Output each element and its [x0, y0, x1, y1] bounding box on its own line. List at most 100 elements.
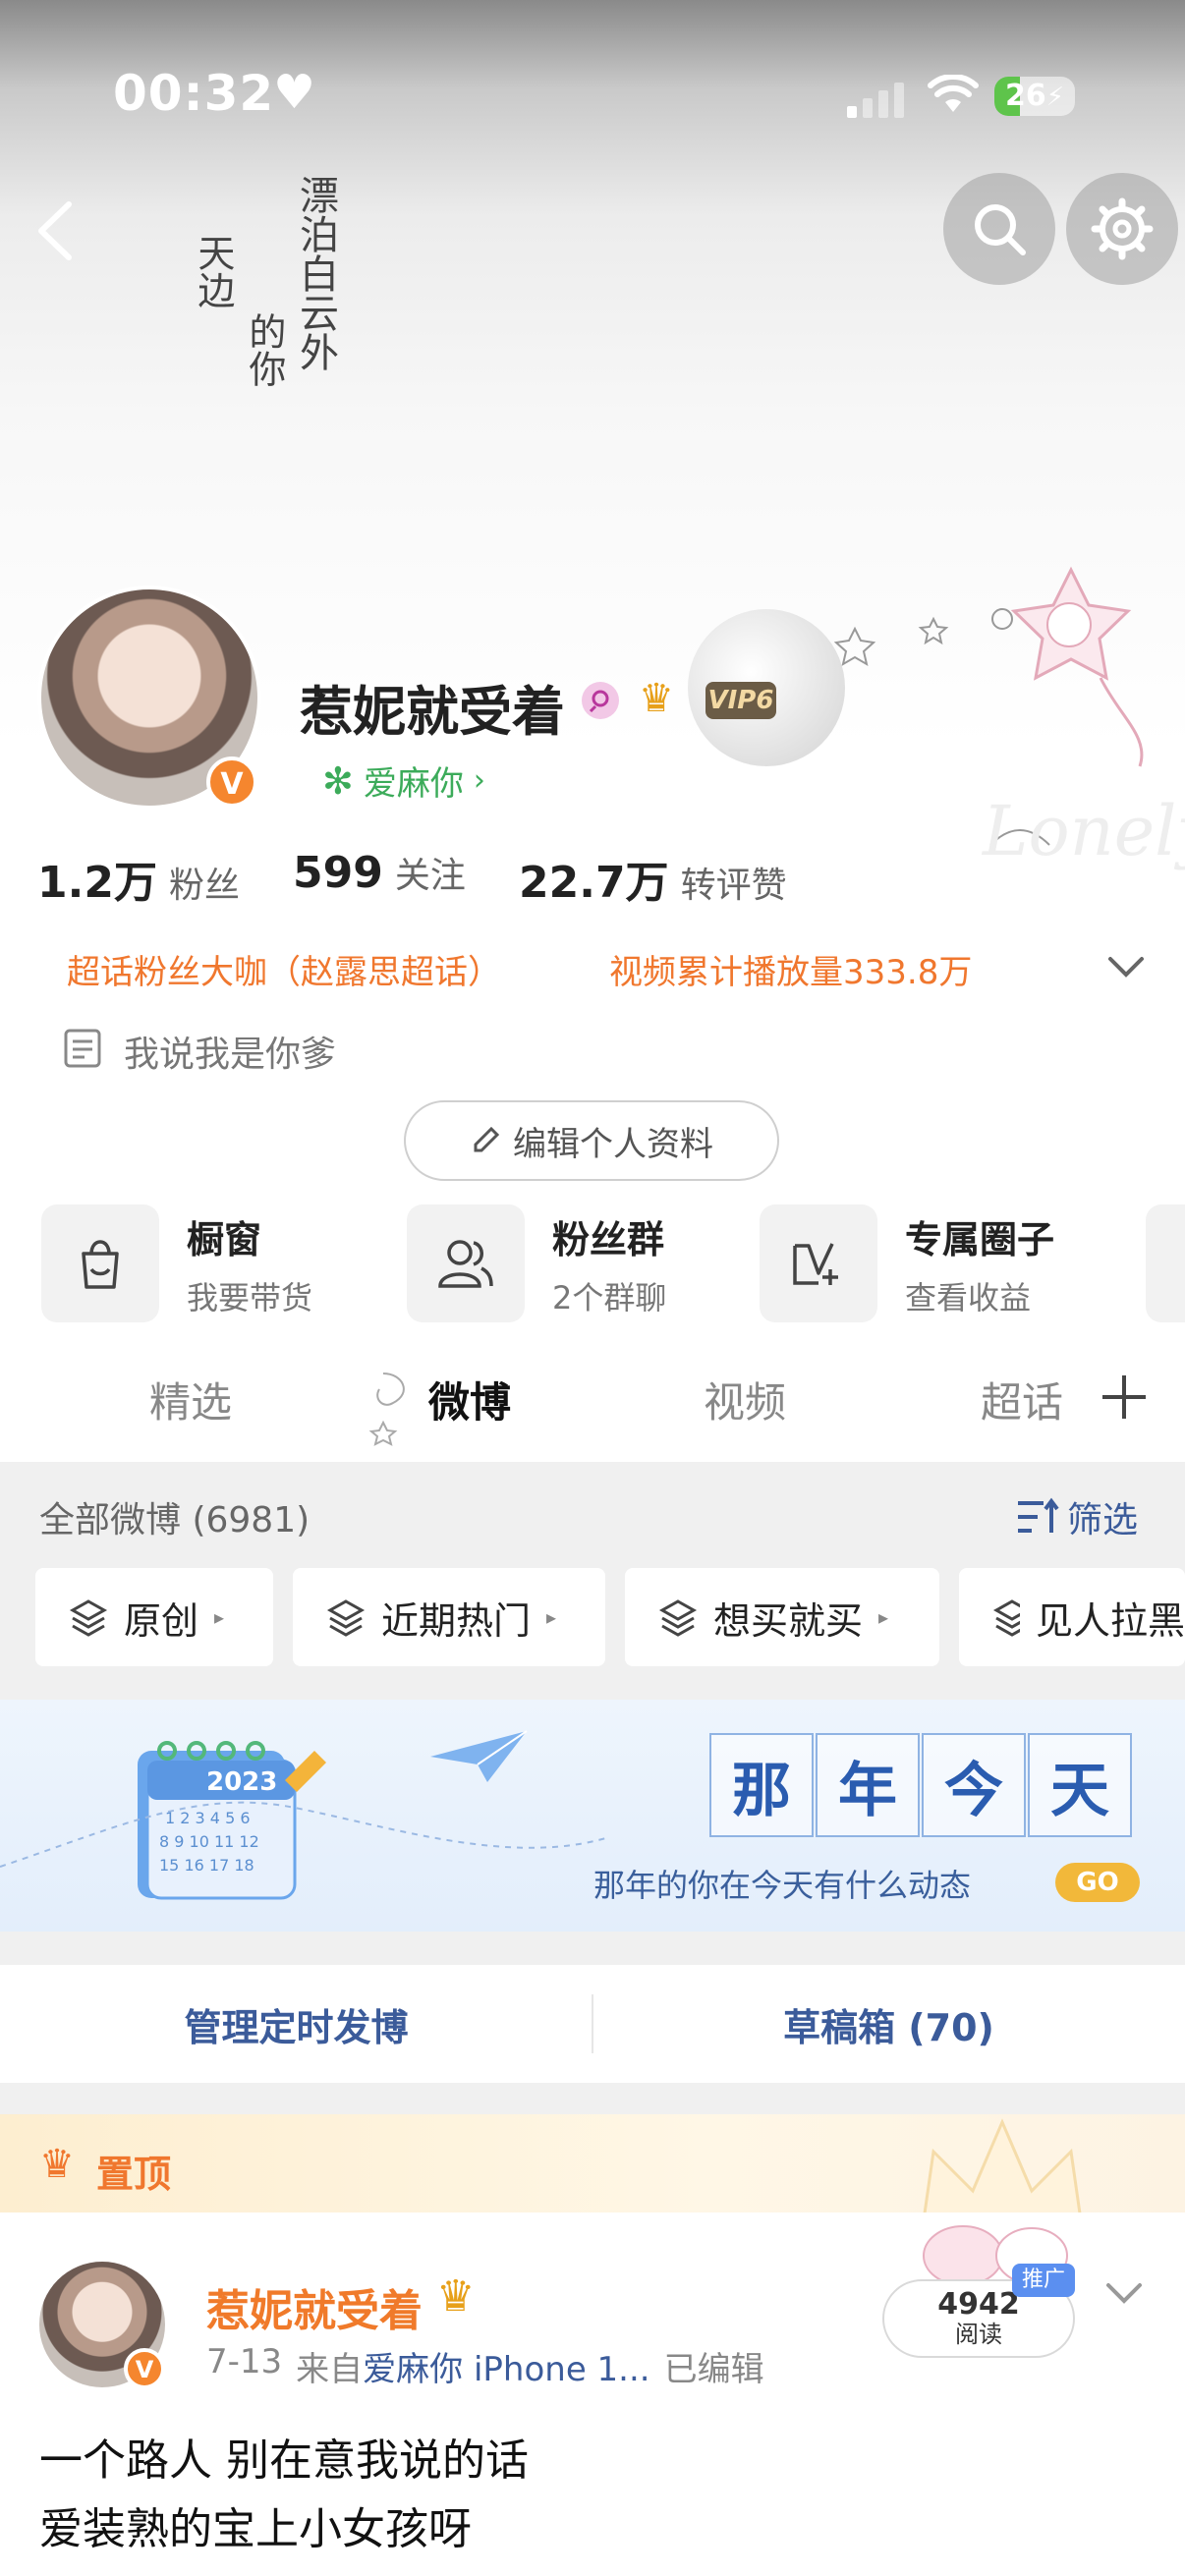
back-icon[interactable] [29, 196, 79, 265]
feature-exclusive-circle-sub: 查看收益 [905, 1278, 1032, 1316]
section-divider [0, 1932, 1185, 1965]
drafts-button[interactable]: 草稿箱 (70) [592, 1965, 1185, 2083]
post-meta: 7-13 来自 爱麻你 iPhone 1... 已编辑 [206, 2342, 764, 2390]
feature-showcase-title: 橱窗 [187, 1217, 262, 1261]
read-label: 阅读 [955, 2321, 1002, 2348]
chip-want-buy-label: 想买就买 [713, 1598, 864, 1643]
go-button[interactable]: GO [1055, 1863, 1140, 1902]
caret-right-icon: ▸ [546, 1605, 557, 1629]
calligraphy-line-1: 漂泊白云外 [293, 175, 338, 371]
sticker-decoration: Lonely [833, 566, 1185, 871]
shopping-bag-icon [41, 1204, 159, 1322]
chip-original[interactable]: 原创 ▸ [35, 1568, 273, 1666]
filter-button[interactable]: 筛选 [1016, 1491, 1138, 1542]
post-source[interactable]: 爱麻你 iPhone 1... [363, 2342, 649, 2390]
dashed-path-decoration [0, 1801, 610, 1868]
sub-tag-link[interactable]: ✻ 爱麻你 › [322, 756, 485, 805]
search-button[interactable] [943, 173, 1055, 285]
profile-name: 惹妮就受着 [300, 681, 565, 743]
feature-fan-group-title: 粉丝群 [552, 1217, 665, 1261]
layers-icon [326, 1599, 366, 1637]
layers-icon [69, 1599, 108, 1637]
chip-recent-hot-label: 近期热门 [381, 1598, 532, 1643]
stat-following-label: 关注 [394, 856, 466, 896]
edit-profile-button[interactable]: 编辑个人资料 [404, 1100, 779, 1181]
chevron-down-icon[interactable] [1106, 955, 1146, 979]
signal-icon [847, 83, 904, 118]
section-divider [0, 2083, 1185, 2114]
pinned-crown-icon: ♛ [39, 2142, 75, 2187]
chip-original-label: 原创 [124, 1598, 199, 1643]
verified-badge: V [206, 756, 257, 808]
tab-video[interactable]: 视频 [704, 1370, 786, 1429]
tab-featured[interactable]: 精选 [149, 1370, 232, 1429]
post-from: 来自 [296, 2350, 364, 2389]
feature-showcase-sub: 我要带货 [187, 1278, 313, 1316]
chip-block[interactable]: 见人拉黑 [959, 1568, 1185, 1666]
clover-icon: ✻ [322, 758, 354, 803]
status-bar: 00:32 ♥ 26⚡ [0, 0, 1185, 187]
caret-right-icon: ▸ [214, 1605, 225, 1629]
calligraphy-line-2: 的你 [242, 312, 286, 387]
bio-text: 我说我是你爹 [124, 1035, 337, 1075]
feed-count-label: 全部微博 (6981) [39, 1500, 310, 1540]
stat-followers[interactable]: 1.2万 粉丝 [37, 847, 240, 910]
chevron-right-icon: › [473, 763, 485, 798]
settings-button[interactable] [1066, 173, 1178, 285]
feature-exclusive-circle[interactable]: 专属圈子 查看收益 [760, 1204, 1054, 1322]
calligraphy-line-3: 天边 [191, 234, 235, 308]
post-author-name[interactable]: 惹妮就受着 [206, 2275, 423, 2338]
svg-text:Lonely: Lonely [981, 791, 1185, 871]
gear-icon [1091, 197, 1154, 260]
on-this-day-title: 那 年 今 天 [709, 1733, 1132, 1837]
video-play-badge[interactable]: 视频累计播放量333.8万 [609, 945, 972, 993]
filter-label: 筛选 [1067, 1500, 1139, 1540]
stat-following[interactable]: 599 关注 [293, 847, 466, 898]
post-edited: 已编辑 [663, 2350, 764, 2389]
feature-more-card[interactable] [1146, 1204, 1185, 1322]
feature-fan-group[interactable]: 粉丝群 2个群聊 [407, 1204, 666, 1322]
scheduled-posts-button[interactable]: 管理定时发博 [0, 1965, 592, 2083]
document-icon [64, 1029, 101, 1068]
stat-followers-label: 粉丝 [168, 866, 240, 906]
post-menu-chevron-icon[interactable] [1104, 2281, 1144, 2305]
circle-v-plus-icon [760, 1204, 877, 1322]
vip-badge[interactable]: VIP6 [705, 682, 776, 719]
pencil-icon [474, 1126, 500, 1152]
edit-profile-label: 编辑个人资料 [513, 1124, 713, 1164]
search-icon [975, 204, 1026, 255]
add-tab-icon[interactable] [1100, 1373, 1148, 1421]
wifi-icon [928, 75, 979, 112]
layers-icon [658, 1599, 698, 1637]
title-char-4: 天 [1028, 1733, 1132, 1837]
battery-indicator: 26⚡ [994, 77, 1075, 116]
sort-filter-icon [1018, 1497, 1059, 1533]
paper-plane-icon [430, 1730, 528, 1782]
post-text-line-1: 一个路人 别在意我说的话 [39, 2436, 529, 2486]
status-time: 00:32 [113, 65, 275, 122]
pinned-label: 置顶 [96, 2153, 172, 2196]
caret-right-icon: ▸ [878, 1605, 889, 1629]
stat-interactions[interactable]: 22.7万 转评赞 [519, 847, 787, 910]
feature-showcase[interactable]: 橱窗 我要带货 [41, 1204, 312, 1322]
feature-fan-group-sub: 2个群聊 [552, 1278, 667, 1316]
post-verified-badge: V [124, 2348, 165, 2389]
title-char-1: 那 [709, 1733, 814, 1837]
stat-followers-number: 1.2万 [37, 858, 157, 908]
layers-icon [992, 1599, 1020, 1637]
supertopic-badge[interactable]: 超话粉丝大咖（赵露思超话） [67, 945, 501, 993]
tab-supertopic[interactable]: 超话 [981, 1370, 1063, 1429]
on-this-day-subtitle: 那年的你在今天有什么动态 [593, 1867, 972, 1904]
group-icon [407, 1204, 525, 1322]
stat-interactions-number: 22.7万 [519, 858, 669, 908]
tab-weibo[interactable]: 微博 [428, 1370, 511, 1429]
stat-following-number: 599 [293, 848, 383, 898]
heart-icon: ♥ [273, 65, 316, 120]
chip-block-label: 见人拉黑 [1035, 1598, 1185, 1643]
chip-want-buy[interactable]: 想买就买 ▸ [625, 1568, 939, 1666]
promo-tag: 推广 [1012, 2264, 1075, 2297]
crown-icon: ♛ [639, 676, 674, 721]
chip-recent-hot[interactable]: 近期热门 ▸ [293, 1568, 605, 1666]
female-icon [582, 682, 619, 719]
title-char-2: 年 [816, 1733, 920, 1837]
